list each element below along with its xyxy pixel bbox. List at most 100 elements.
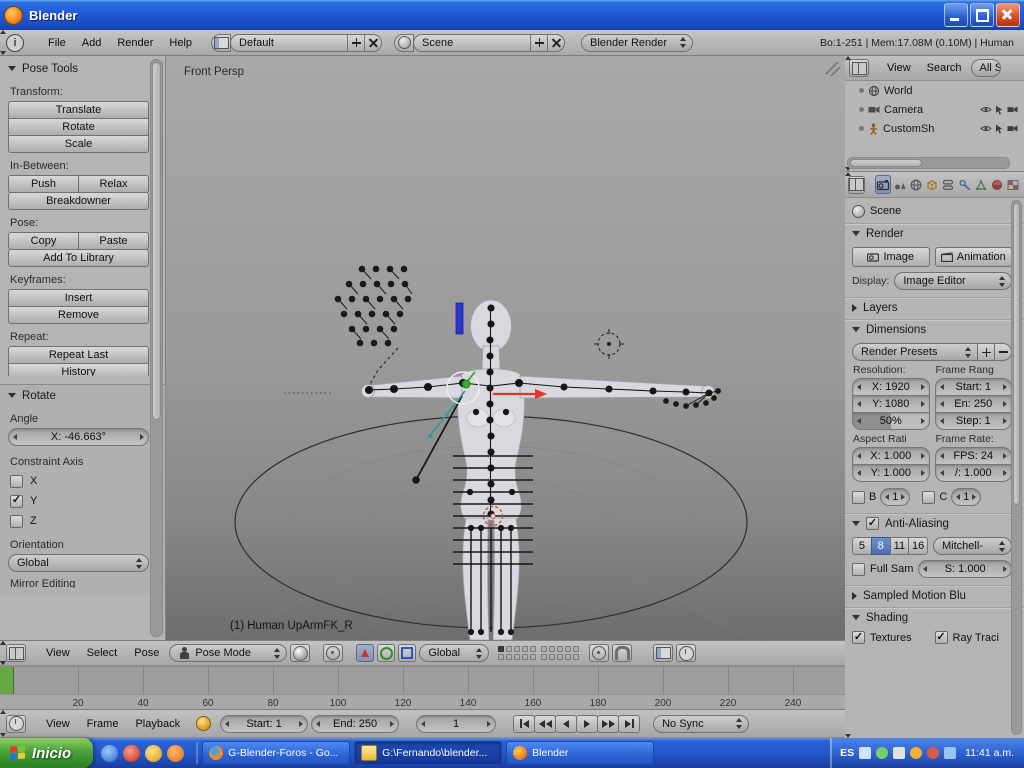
axis-y-checkbox[interactable]: ✓	[10, 495, 23, 508]
render-panel-header[interactable]: Render	[845, 223, 1024, 243]
quicklaunch-messenger-icon[interactable]	[145, 745, 162, 762]
properties-scrollbar[interactable]	[1011, 200, 1022, 735]
tab-material[interactable]	[990, 175, 1005, 194]
timeline-menu-frame[interactable]: Frame	[80, 710, 126, 737]
repeat-last-button[interactable]: Repeat Last	[8, 346, 149, 364]
snap-button[interactable]	[612, 644, 632, 662]
layers-panel-header[interactable]: Layers	[845, 297, 1024, 317]
paste-pose-button[interactable]: Paste	[78, 232, 149, 250]
add-layout-button[interactable]	[347, 34, 365, 52]
raytracing-checkbox[interactable]: ✓	[935, 631, 948, 644]
editor-type-button[interactable]	[6, 644, 26, 662]
tray-icon-6[interactable]	[944, 747, 956, 759]
filter-size-field[interactable]: S: 1.000	[918, 560, 1012, 578]
copy-pose-button[interactable]: Copy	[8, 232, 79, 250]
add-scene-button[interactable]	[530, 34, 548, 52]
add-to-library-button[interactable]: Add To Library	[8, 249, 149, 267]
frame-start-field[interactable]: Start: 1	[935, 378, 1013, 396]
mode-dropdown[interactable]: Pose Mode	[169, 644, 287, 662]
frame-step-field[interactable]: Step: 1	[935, 412, 1013, 430]
pivot-point-button[interactable]	[323, 644, 343, 662]
selectable-cursor-icon[interactable]	[995, 105, 1004, 115]
outliner-menu-view[interactable]: View	[880, 56, 918, 80]
timeline-ruler[interactable]: 20 40 60 80 100 120 140 160 180 200 220 …	[0, 666, 845, 710]
frame-end-field[interactable]: En: 250	[935, 395, 1013, 413]
title-bar[interactable]: Blender	[0, 0, 1024, 30]
resolution-x-field[interactable]: X: 1920	[852, 378, 930, 396]
aa-filter-dropdown[interactable]: Mitchell-	[933, 537, 1012, 555]
viewport-3d[interactable]: Front Persp (1) Human UpArmFK_R	[166, 56, 845, 640]
task-button-browser[interactable]: G-Blender-Foros - Go...	[202, 741, 350, 765]
editor-type-arrows[interactable]	[29, 715, 36, 726]
push-button[interactable]: Push	[8, 175, 79, 193]
scale-button[interactable]: Scale	[8, 135, 149, 153]
aa-samples-16[interactable]: 16	[908, 537, 928, 555]
outliner-filter-dropdown[interactable]: All Scenes	[971, 59, 1001, 77]
outliner-item-camera[interactable]: Camera	[845, 100, 1024, 119]
start-button[interactable]: Inicio	[0, 738, 93, 768]
sync-dropdown[interactable]: No Sync	[653, 715, 749, 733]
aspect-x-field[interactable]: X: 1.000	[852, 447, 930, 465]
breakdowner-button[interactable]: Breakdowner	[8, 192, 149, 210]
viewport-canvas[interactable]	[166, 56, 845, 640]
scene-icon[interactable]	[394, 34, 414, 52]
render-engine-dropdown[interactable]: Blender Render	[581, 34, 693, 52]
minimize-button[interactable]	[944, 3, 968, 27]
aa-samples-11[interactable]: 11	[890, 537, 910, 555]
fps-field[interactable]: FPS: 24	[935, 447, 1013, 465]
history-button[interactable]: History	[8, 363, 149, 376]
transform-orientation-dropdown[interactable]: Global	[419, 644, 489, 662]
v3d-menu-view[interactable]: View	[39, 641, 77, 665]
menu-help[interactable]: Help	[162, 30, 199, 55]
render-presets-dropdown[interactable]: Render Presets	[852, 343, 978, 361]
tool-shelf-scrollbar[interactable]	[150, 59, 163, 637]
angle-value-slider[interactable]: X: -46.663°	[8, 428, 149, 446]
properties-editor-button[interactable]	[848, 176, 865, 194]
tab-constraints[interactable]	[941, 175, 956, 194]
outliner-item-world[interactable]: World	[845, 81, 1024, 100]
autokey-record-button[interactable]	[196, 716, 211, 731]
jump-to-end-button[interactable]	[618, 715, 640, 733]
preset-add-button[interactable]	[977, 343, 995, 361]
aa-samples-5[interactable]: 5	[852, 537, 872, 555]
current-frame-field[interactable]: 1	[416, 715, 496, 733]
tray-icon-3[interactable]	[893, 747, 905, 759]
dimensions-panel-header[interactable]: Dimensions	[845, 319, 1024, 339]
tab-object[interactable]	[925, 175, 940, 194]
fps-base-field[interactable]: /: 1.000	[935, 464, 1013, 482]
motion-blur-panel-header[interactable]: Sampled Motion Blu	[845, 585, 1024, 605]
border-checkbox[interactable]	[852, 491, 865, 504]
manipulator-translate-button[interactable]	[356, 644, 374, 662]
crop-checkbox[interactable]	[922, 491, 935, 504]
resolution-y-field[interactable]: Y: 1080	[852, 395, 930, 413]
visibility-eye-icon[interactable]	[980, 105, 992, 114]
v3d-menu-select[interactable]: Select	[80, 641, 125, 665]
tray-icon-1[interactable]	[859, 747, 871, 759]
jump-to-start-button[interactable]	[513, 715, 535, 733]
info-editor-icon[interactable]: i	[6, 34, 24, 52]
quicklaunch-firefox-icon[interactable]	[167, 745, 184, 762]
timeline-menu-view[interactable]: View	[39, 710, 77, 737]
screen-layout-name[interactable]: Default	[230, 34, 348, 52]
display-dropdown[interactable]: Image Editor	[894, 272, 1012, 290]
render-opengl-anim-button[interactable]	[676, 644, 696, 662]
tray-icon-2[interactable]	[876, 747, 888, 759]
timeline-menu-playback[interactable]: Playback	[128, 710, 187, 737]
proportional-edit-button[interactable]	[589, 644, 609, 662]
delete-scene-button[interactable]	[547, 34, 565, 52]
scene-name[interactable]: Scene	[413, 34, 531, 52]
task-button-explorer[interactable]: G:\Fernando\blender...	[354, 741, 502, 765]
tab-modifiers[interactable]	[957, 175, 972, 194]
v3d-menu-pose[interactable]: Pose	[127, 641, 166, 665]
editor-type-arrows[interactable]	[871, 60, 878, 71]
layer-selector[interactable]	[498, 646, 580, 661]
rotate-panel-header[interactable]: Rotate	[8, 385, 149, 406]
menu-file[interactable]: File	[41, 30, 73, 55]
editor-type-arrows[interactable]	[866, 176, 872, 187]
aa-samples-8[interactable]: 8	[871, 537, 891, 555]
play-button[interactable]	[576, 715, 598, 733]
menu-render[interactable]: Render	[110, 30, 160, 55]
map-new-field[interactable]: 1	[951, 488, 981, 506]
axis-x-checkbox[interactable]	[10, 475, 23, 488]
screen-layout-icon[interactable]	[211, 34, 231, 52]
